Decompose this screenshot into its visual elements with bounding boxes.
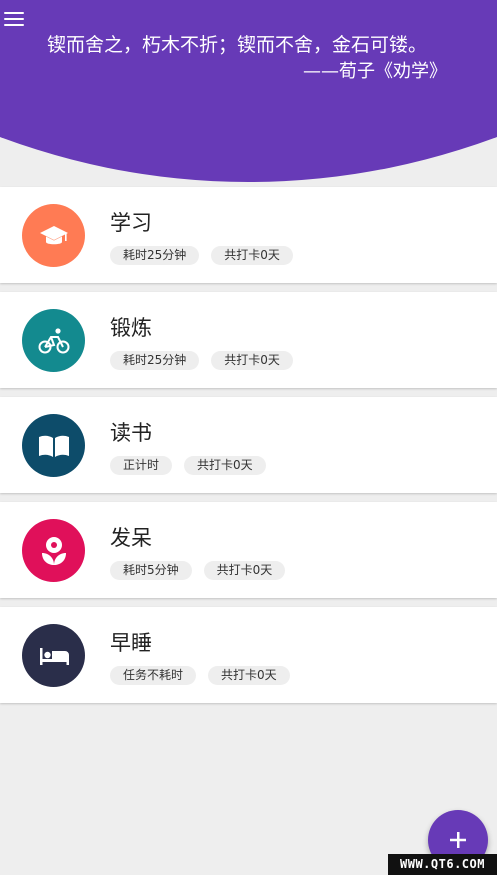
cyclist-icon bbox=[38, 327, 69, 353]
task-card-sleep[interactable]: 早睡 任务不耗时 共打卡0天 bbox=[0, 607, 497, 703]
task-avatar bbox=[22, 519, 85, 582]
task-avatar bbox=[22, 204, 85, 267]
quote-text: 锲而舍之，朽木不折；锲而不舍，金石可镂。 bbox=[47, 34, 428, 56]
watermark: WWW.QT6.COM bbox=[388, 854, 497, 875]
task-card-exercise[interactable]: 锻炼 耗时25分钟 共打卡0天 bbox=[0, 292, 497, 388]
task-title: 读书 bbox=[110, 421, 152, 445]
duration-chip: 耗时25分钟 bbox=[110, 246, 200, 265]
quote-source: ——荀子《劝学》 bbox=[303, 61, 447, 82]
flower-icon bbox=[41, 536, 66, 565]
checkin-chip: 共打卡0天 bbox=[184, 456, 266, 475]
checkin-chip: 共打卡0天 bbox=[203, 561, 286, 580]
checkin-chip: 共打卡0天 bbox=[211, 246, 293, 265]
task-title: 早睡 bbox=[110, 631, 152, 655]
menu-icon[interactable] bbox=[4, 10, 24, 28]
open-book-icon bbox=[38, 435, 69, 457]
duration-chip: 正计时 bbox=[110, 456, 173, 475]
task-card-reading[interactable]: 读书 正计时 共打卡0天 bbox=[0, 397, 497, 493]
task-card-daydream[interactable]: 发呆 耗时5分钟 共打卡0天 bbox=[0, 502, 497, 598]
task-avatar bbox=[22, 309, 85, 372]
checkin-chip: 共打卡0天 bbox=[208, 666, 290, 685]
task-title: 发呆 bbox=[110, 526, 152, 550]
graduation-cap-icon bbox=[39, 225, 68, 244]
duration-chip: 任务不耗时 bbox=[110, 666, 197, 685]
task-card-study[interactable]: 学习 耗时25分钟 共打卡0天 bbox=[0, 187, 497, 283]
task-title: 学习 bbox=[110, 211, 152, 235]
header: 锲而舍之，朽木不折；锲而不舍，金石可镂。 ——荀子《劝学》 bbox=[0, 0, 497, 185]
duration-chip: 耗时5分钟 bbox=[110, 561, 192, 580]
header-background bbox=[0, 0, 497, 182]
task-avatar bbox=[22, 624, 85, 687]
bed-icon bbox=[39, 647, 69, 665]
task-title: 锻炼 bbox=[110, 316, 152, 340]
task-avatar bbox=[22, 414, 85, 477]
checkin-chip: 共打卡0天 bbox=[211, 351, 293, 370]
duration-chip: 耗时25分钟 bbox=[110, 351, 200, 370]
plus-icon bbox=[450, 832, 466, 848]
